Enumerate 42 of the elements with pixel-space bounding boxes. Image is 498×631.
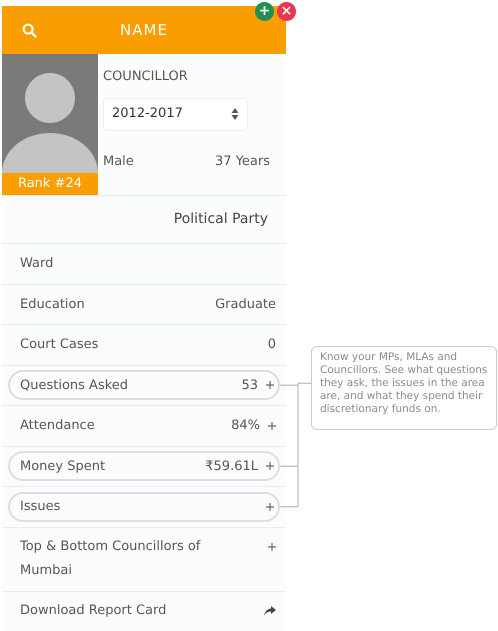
row-value: 0 — [268, 336, 276, 354]
row-label: Money Spent — [20, 458, 106, 476]
list-row[interactable]: Questions Asked 53 — [2, 364, 286, 405]
row-value: 53 — [241, 376, 258, 394]
share-icon[interactable] — [264, 606, 276, 616]
list-row[interactable]: Attendance 84% — [2, 405, 286, 446]
list-row[interactable]: Issues — [2, 486, 286, 526]
age-label: 37 Years — [215, 152, 270, 170]
tooltip: Know your MPs, MLAs and Councillors. See what questions they ask, the issues in the area are, and what they spend their discretionary funds on. — [311, 346, 497, 430]
list-row[interactable]: Ward — [2, 243, 286, 284]
plus-icon[interactable] — [266, 502, 274, 511]
highlight-outline[interactable]: Questions Asked 53 — [8, 370, 280, 400]
row-label: Court Cases — [20, 336, 98, 354]
highlight-outline[interactable]: Money Spent ₹59.61L — [8, 451, 280, 482]
row-label: Issues — [20, 498, 60, 516]
gender-label: Male — [103, 152, 134, 170]
list-row[interactable]: Money Spent ₹59.61L — [2, 446, 286, 486]
row-label: Top & Bottom Councillors of Mumbai — [20, 538, 202, 580]
row-value: 84% — [231, 417, 260, 435]
rank-label: Rank #24 — [2, 173, 98, 195]
list-row[interactable]: Top & Bottom Councillors of Mumbai — [2, 526, 286, 590]
row-label: Attendance — [20, 417, 95, 435]
add-button[interactable]: + — [255, 2, 274, 21]
download-link[interactable]: Download Report Card — [20, 601, 166, 621]
row-value: Graduate — [215, 296, 276, 314]
highlight-outline[interactable]: Issues — [8, 492, 280, 522]
row-label: Questions Asked — [20, 376, 128, 394]
role-label: COUNCILLOR — [103, 68, 189, 86]
plus-icon[interactable] — [268, 543, 276, 551]
row-value: ₹59.61L — [205, 458, 258, 476]
plus-icon[interactable] — [266, 381, 274, 390]
header-title: NAME — [120, 20, 168, 39]
term-select[interactable]: 2012-2017 — [103, 98, 248, 130]
row-label: Education — [20, 296, 85, 314]
close-button[interactable]: × — [277, 2, 296, 21]
plus-icon[interactable] — [268, 422, 276, 430]
plus-icon[interactable] — [266, 462, 274, 470]
party-label: Political Party — [174, 210, 268, 229]
row-label: Ward — [20, 255, 54, 273]
list-row[interactable]: Court Cases 0 — [2, 324, 286, 364]
sort-caret-icon — [231, 107, 239, 121]
list-row[interactable]: Education Graduate — [2, 284, 286, 324]
